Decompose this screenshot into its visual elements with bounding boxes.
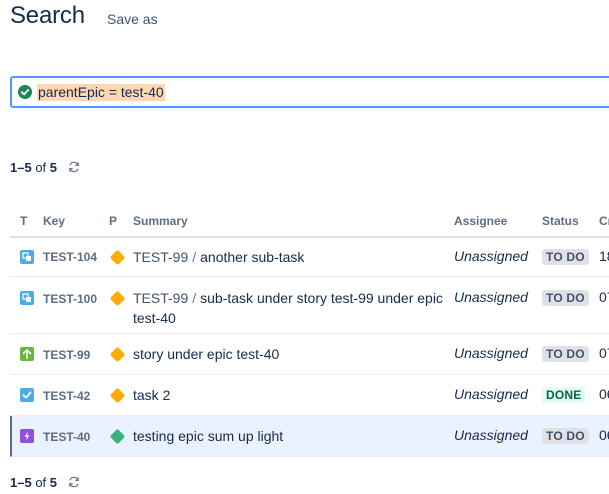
status-badge[interactable]: TO DO xyxy=(542,428,589,444)
pager-total: 5 xyxy=(49,475,58,490)
summary-link[interactable]: testing epic sum up light xyxy=(133,428,283,444)
priority-medium-icon xyxy=(109,387,126,404)
table-row[interactable]: TEST-42 task 2 Unassigned DONE 06 xyxy=(10,375,609,416)
story-icon xyxy=(20,347,34,361)
issue-key[interactable]: TEST-99 xyxy=(43,348,90,362)
col-created[interactable]: Cr xyxy=(599,214,609,228)
col-summary[interactable]: Summary xyxy=(133,214,188,228)
priority-low-icon xyxy=(109,428,126,445)
status-badge[interactable]: TO DO xyxy=(542,290,589,306)
created-date: 06 xyxy=(599,427,609,443)
summary-link[interactable]: story under epic test-40 xyxy=(133,346,279,362)
issue-summary: TEST-99/another sub-task xyxy=(133,249,305,265)
summary-link[interactable]: task 2 xyxy=(133,387,170,403)
parent-link[interactable]: TEST-99 xyxy=(133,290,188,306)
subtask-icon xyxy=(20,291,34,305)
assignee[interactable]: Unassigned xyxy=(454,427,528,443)
table-row[interactable]: TEST-104 TEST-99/another sub-task Unassi… xyxy=(10,238,609,277)
assignee[interactable]: Unassigned xyxy=(454,386,528,402)
created-date: 07 xyxy=(599,289,609,305)
pager-bottom: 1–5 of 5 xyxy=(10,475,81,490)
issue-key[interactable]: TEST-104 xyxy=(43,250,97,264)
refresh-icon[interactable] xyxy=(67,160,81,174)
issues-table: T Key P Summary Assignee Status Cr TEST-… xyxy=(10,208,609,457)
priority-medium-icon xyxy=(109,249,126,266)
assignee[interactable]: Unassigned xyxy=(454,289,528,305)
page-header: Search Save as xyxy=(10,0,600,34)
issue-summary: testing epic sum up light xyxy=(133,426,443,446)
table-row[interactable]: TEST-40 testing epic sum up light Unassi… xyxy=(10,416,609,457)
col-type[interactable]: T xyxy=(20,214,27,228)
pager-top: 1–5 of 5 xyxy=(10,160,81,175)
parent-link[interactable]: TEST-99 xyxy=(133,249,188,265)
epic-icon xyxy=(20,429,34,443)
refresh-icon[interactable] xyxy=(67,475,81,489)
created-date: 07 xyxy=(599,345,609,361)
issue-key[interactable]: TEST-42 xyxy=(43,389,90,403)
issue-summary: story under epic test-40 xyxy=(133,344,443,364)
priority-medium-icon xyxy=(109,346,126,363)
pager-of: of xyxy=(35,160,47,175)
summary-link[interactable]: another sub-task xyxy=(200,249,304,265)
col-status[interactable]: Status xyxy=(542,214,579,228)
issue-summary: TEST-99/sub-task under story test-99 und… xyxy=(133,290,443,326)
query-text: parentEpic = test-40 xyxy=(37,84,165,101)
table-row[interactable]: TEST-99 story under epic test-40 Unassig… xyxy=(10,334,609,375)
status-badge[interactable]: TO DO xyxy=(542,346,589,362)
created-date: 18 xyxy=(599,248,609,264)
page-title: Search xyxy=(10,2,85,29)
issue-key[interactable]: TEST-40 xyxy=(43,430,90,444)
issue-summary: task 2 xyxy=(133,385,443,405)
status-badge[interactable]: DONE xyxy=(542,387,586,403)
pager-range: 1–5 xyxy=(10,475,32,490)
pager-of: of xyxy=(35,475,47,490)
task-icon xyxy=(20,388,34,402)
col-priority[interactable]: P xyxy=(109,214,117,228)
check-icon xyxy=(18,85,32,99)
issue-key[interactable]: TEST-100 xyxy=(43,292,97,306)
pager-range: 1–5 xyxy=(10,160,32,175)
table-row[interactable]: TEST-100 TEST-99/sub-task under story te… xyxy=(10,277,609,334)
col-key[interactable]: Key xyxy=(43,214,65,228)
col-assignee[interactable]: Assignee xyxy=(454,214,507,228)
assignee[interactable]: Unassigned xyxy=(454,248,528,264)
pager-total: 5 xyxy=(49,160,58,175)
subtask-icon xyxy=(20,250,34,264)
assignee[interactable]: Unassigned xyxy=(454,345,528,361)
jql-query-input[interactable]: parentEpic = test-40 xyxy=(10,76,609,108)
save-as-button[interactable]: Save as xyxy=(107,11,158,27)
created-date: 06 xyxy=(599,386,609,402)
priority-medium-icon xyxy=(109,290,126,307)
table-header: T Key P Summary Assignee Status Cr xyxy=(10,208,609,238)
status-badge[interactable]: TO DO xyxy=(542,249,589,265)
